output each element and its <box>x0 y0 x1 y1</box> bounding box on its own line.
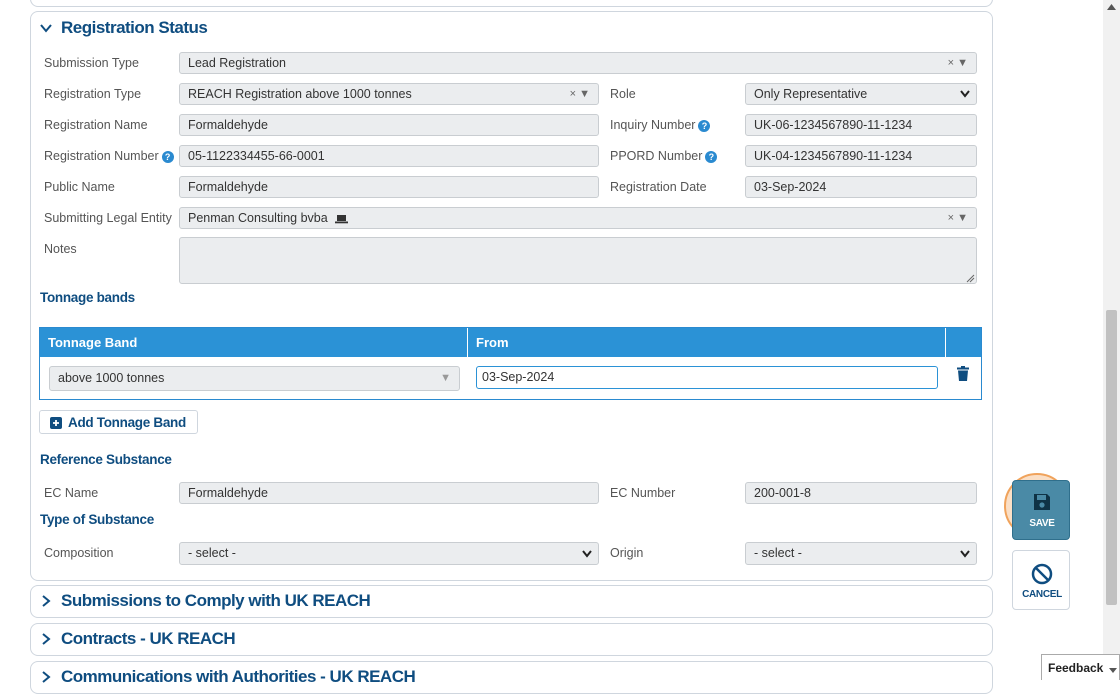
registration-number-label: Registration Number? <box>44 149 174 163</box>
section-title-submissions: Submissions to Comply with UK REACH <box>61 591 371 610</box>
section-title-contracts: Contracts - UK REACH <box>61 629 236 648</box>
from-date-input[interactable]: 03-Sep-2024 <box>476 366 938 389</box>
registration-date-input[interactable]: 03-Sep-2024 <box>745 176 977 198</box>
tonnage-band-value: above 1000 tonnes <box>58 371 165 385</box>
public-name-label: Public Name <box>44 180 115 194</box>
type-of-substance-heading: Type of Substance <box>40 512 154 527</box>
chevron-down-icon <box>960 90 970 98</box>
tonnage-table: Tonnage Band From above 1000 tonnes ▼ 03… <box>39 327 982 400</box>
submitting-legal-entity-label: Submitting Legal Entity <box>44 211 172 225</box>
section-panel-contracts[interactable]: Contracts - UK REACH <box>30 623 993 656</box>
ec-number-input[interactable]: 200-001-8 <box>745 482 977 504</box>
caret-down-icon <box>1109 668 1117 673</box>
tonnage-bands-heading: Tonnage bands <box>40 290 135 305</box>
column-header-from: From <box>468 328 946 357</box>
notes-label: Notes <box>44 242 77 256</box>
registration-name-input[interactable]: Formaldehyde <box>179 114 599 136</box>
reference-substance-heading: Reference Substance <box>40 452 172 467</box>
origin-value: - select - <box>754 546 802 560</box>
ec-name-input[interactable]: Formaldehyde <box>179 482 599 504</box>
laptop-icon <box>335 214 349 224</box>
ppord-number-input[interactable]: UK-04-1234567890-11-1234 <box>745 145 977 167</box>
tonnage-band-select[interactable]: above 1000 tonnes ▼ <box>49 366 460 391</box>
prohibited-icon <box>1031 563 1053 585</box>
add-tonnage-band-label: Add Tonnage Band <box>68 415 186 430</box>
role-value: Only Representative <box>754 87 868 101</box>
help-icon[interactable]: ? <box>705 150 718 163</box>
cancel-button[interactable]: CANCEL <box>1012 550 1070 610</box>
column-header-tonnage-band: Tonnage Band <box>40 328 468 357</box>
registration-number-label-text: Registration Number <box>44 149 159 163</box>
role-label: Role <box>610 87 636 101</box>
chevron-down-icon[interactable] <box>39 21 53 35</box>
submitting-legal-entity-select[interactable]: Penman Consulting bvba × ▼ <box>179 207 977 229</box>
clear-and-dropdown-icon[interactable]: × ▼ <box>948 208 968 228</box>
feedback-label: Feedback <box>1048 661 1104 675</box>
composition-label: Composition <box>44 546 114 560</box>
registration-type-label: Registration Type <box>44 87 142 101</box>
chevron-right-icon <box>42 671 51 683</box>
save-label: SAVE <box>1029 518 1055 529</box>
ec-name-label: EC Name <box>44 486 99 500</box>
resize-handle-icon[interactable] <box>966 274 975 283</box>
save-button[interactable]: SAVE <box>1012 480 1070 540</box>
submission-type-select[interactable]: Lead Registration × ▼ <box>179 52 977 74</box>
role-select[interactable]: Only Representative <box>745 83 977 105</box>
section-title-communications: Communications with Authorities - UK REA… <box>61 667 416 686</box>
registration-name-label: Registration Name <box>44 118 148 132</box>
section-panel-submissions[interactable]: Submissions to Comply with UK REACH <box>30 585 993 618</box>
help-icon[interactable]: ? <box>698 119 711 132</box>
inquiry-number-input[interactable]: UK-06-1234567890-11-1234 <box>745 114 977 136</box>
section-panel-communications[interactable]: Communications with Authorities - UK REA… <box>30 661 993 694</box>
chevron-down-icon <box>582 550 592 558</box>
scrollbar-thumb[interactable] <box>1106 310 1117 605</box>
inquiry-number-label: Inquiry Number? <box>610 118 711 132</box>
dropdown-icon[interactable]: ▼ <box>440 367 451 390</box>
registration-date-label: Registration Date <box>610 180 707 194</box>
table-header: Tonnage Band From <box>40 328 981 357</box>
chevron-right-icon <box>42 595 51 607</box>
composition-value: - select - <box>188 546 236 560</box>
feedback-tab[interactable]: Feedback <box>1041 654 1120 680</box>
clear-and-dropdown-icon[interactable]: × ▼ <box>948 53 968 73</box>
origin-select[interactable]: - select - <box>745 542 977 565</box>
registration-type-select[interactable]: REACH Registration above 1000 tonnes × ▼ <box>179 83 599 105</box>
origin-label: Origin <box>610 546 644 560</box>
add-tonnage-band-button[interactable]: Add Tonnage Band <box>39 410 198 434</box>
submitting-legal-entity-value: Penman Consulting bvba <box>188 211 328 225</box>
inquiry-number-label-text: Inquiry Number <box>610 118 696 132</box>
notes-textarea[interactable] <box>179 237 977 284</box>
registration-number-input[interactable]: 05-1122334455-66-0001 <box>179 145 599 167</box>
submission-type-value: Lead Registration <box>188 56 286 70</box>
registration-type-value: REACH Registration above 1000 tonnes <box>188 87 412 101</box>
chevron-right-icon <box>42 633 51 645</box>
scroll-up-arrow-icon[interactable] <box>1107 4 1116 10</box>
previous-section-panel <box>30 0 993 7</box>
ppord-number-label: PPORD Number? <box>610 149 718 163</box>
clear-and-dropdown-icon[interactable]: × ▼ <box>570 84 590 104</box>
ppord-number-label-text: PPORD Number <box>610 149 703 163</box>
cancel-label: CANCEL <box>1022 589 1062 600</box>
trash-icon[interactable] <box>957 366 969 381</box>
section-title-registration-status[interactable]: Registration Status <box>61 18 208 38</box>
chevron-down-icon <box>960 550 970 558</box>
floppy-disk-icon <box>1034 494 1050 510</box>
ec-number-label: EC Number <box>610 486 676 500</box>
public-name-input[interactable]: Formaldehyde <box>179 176 599 198</box>
submission-type-label: Submission Type <box>44 56 139 70</box>
composition-select[interactable]: - select - <box>179 542 599 565</box>
plus-square-icon <box>50 417 62 429</box>
help-icon[interactable]: ? <box>161 150 174 163</box>
